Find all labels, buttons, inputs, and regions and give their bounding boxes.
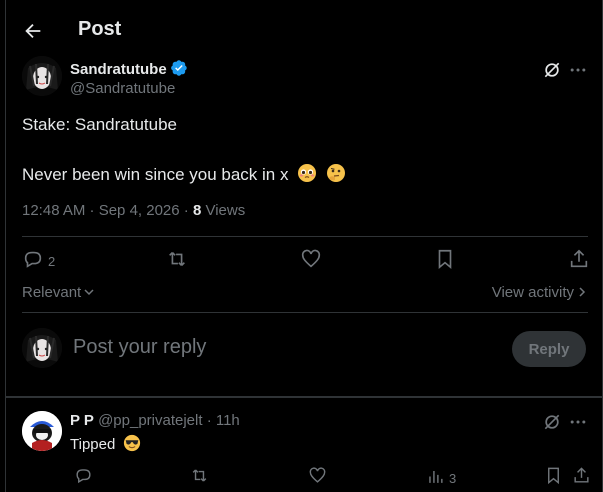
comment-like-action[interactable] bbox=[308, 466, 327, 485]
sort-relevant-dropdown[interactable]: Relevant bbox=[22, 284, 95, 301]
reply-icon[interactable] bbox=[74, 466, 93, 485]
page-title: Post bbox=[78, 18, 122, 40]
post-timestamp[interactable]: 12:48 AM · Sep 4, 2026 · bbox=[22, 202, 193, 219]
share-action[interactable] bbox=[568, 248, 590, 270]
author-handle[interactable]: @Sandratutube bbox=[70, 80, 175, 97]
repost-action[interactable] bbox=[166, 248, 188, 270]
comment-views-count: 3 bbox=[449, 471, 457, 486]
view-activity-link[interactable]: View activity bbox=[492, 284, 588, 301]
retweet-icon[interactable] bbox=[166, 248, 188, 270]
comment-text: Tipped bbox=[70, 434, 141, 453]
divider-middle bbox=[22, 312, 588, 313]
post-detail-panel: Post Sandratutube @Sandratutube Stake: S… bbox=[5, 0, 603, 492]
post-text-line-2-text: Never been win since you back in x bbox=[22, 165, 289, 184]
bookmark-icon[interactable] bbox=[434, 248, 456, 270]
post-text-line-2: Never been win since you back in x bbox=[22, 163, 346, 185]
comment-header: P P @pp_privatejelt · 11h bbox=[70, 412, 240, 429]
retweet-icon[interactable] bbox=[190, 466, 209, 485]
chevron-right-icon[interactable] bbox=[576, 286, 588, 298]
author-name-text[interactable]: Sandratutube bbox=[70, 61, 167, 78]
reply-input[interactable]: Post your reply bbox=[73, 336, 206, 359]
views-label: Views bbox=[201, 202, 246, 219]
comment-text-content: Tipped bbox=[70, 436, 116, 453]
author-avatar[interactable] bbox=[22, 56, 62, 96]
verified-badge-icon bbox=[170, 60, 187, 76]
comment-share-action[interactable] bbox=[572, 466, 591, 485]
pleading-face-emoji-icon bbox=[298, 164, 317, 182]
commenter-avatar[interactable] bbox=[22, 411, 62, 451]
share-icon[interactable] bbox=[572, 466, 591, 485]
reply-button[interactable]: Reply bbox=[512, 331, 586, 367]
post-meta: 12:48 AM · Sep 4, 2026 · 8 Views bbox=[22, 202, 245, 219]
views-icon[interactable] bbox=[426, 467, 445, 486]
sort-relevant-label[interactable]: Relevant bbox=[22, 284, 81, 301]
thinking-face-emoji-icon bbox=[326, 164, 345, 182]
comment-reply-action[interactable] bbox=[74, 466, 93, 485]
bookmark-icon[interactable] bbox=[544, 466, 563, 485]
comment-bookmark-action[interactable] bbox=[544, 466, 563, 485]
share-icon[interactable] bbox=[568, 248, 590, 270]
commenter-name[interactable]: P P bbox=[70, 412, 94, 429]
like-icon[interactable] bbox=[300, 248, 322, 270]
comment-repost-action[interactable] bbox=[190, 466, 209, 485]
bookmark-action[interactable] bbox=[434, 248, 456, 270]
comment-more-icon[interactable] bbox=[568, 412, 588, 432]
section-divider bbox=[6, 396, 602, 398]
chevron-down-icon[interactable] bbox=[83, 286, 95, 298]
comment-views-action[interactable]: 3 bbox=[426, 466, 456, 486]
grok-icon[interactable] bbox=[542, 60, 562, 80]
comment-grok-icon[interactable] bbox=[542, 412, 562, 432]
page-header: Post bbox=[6, 8, 602, 52]
comment-action-bar: 3 bbox=[70, 466, 590, 488]
like-icon[interactable] bbox=[308, 466, 327, 485]
current-user-avatar[interactable] bbox=[22, 328, 62, 368]
sunglasses-face-emoji-icon bbox=[124, 434, 141, 452]
author-name[interactable]: Sandratutube bbox=[70, 59, 188, 78]
post-text-line-1: Stake: Sandratutube bbox=[22, 115, 178, 134]
more-icon[interactable] bbox=[568, 60, 588, 80]
commenter-handle[interactable]: @pp_privatejelt · 11h bbox=[94, 412, 240, 429]
reply-count: 2 bbox=[48, 254, 56, 269]
back-arrow-icon[interactable] bbox=[22, 20, 44, 42]
reply-action[interactable]: 2 bbox=[22, 248, 55, 270]
divider-top bbox=[22, 236, 588, 237]
like-action[interactable] bbox=[300, 248, 322, 270]
view-activity-label[interactable]: View activity bbox=[492, 284, 574, 301]
reply-icon[interactable] bbox=[22, 248, 44, 270]
post-action-bar: 2 bbox=[22, 248, 588, 272]
